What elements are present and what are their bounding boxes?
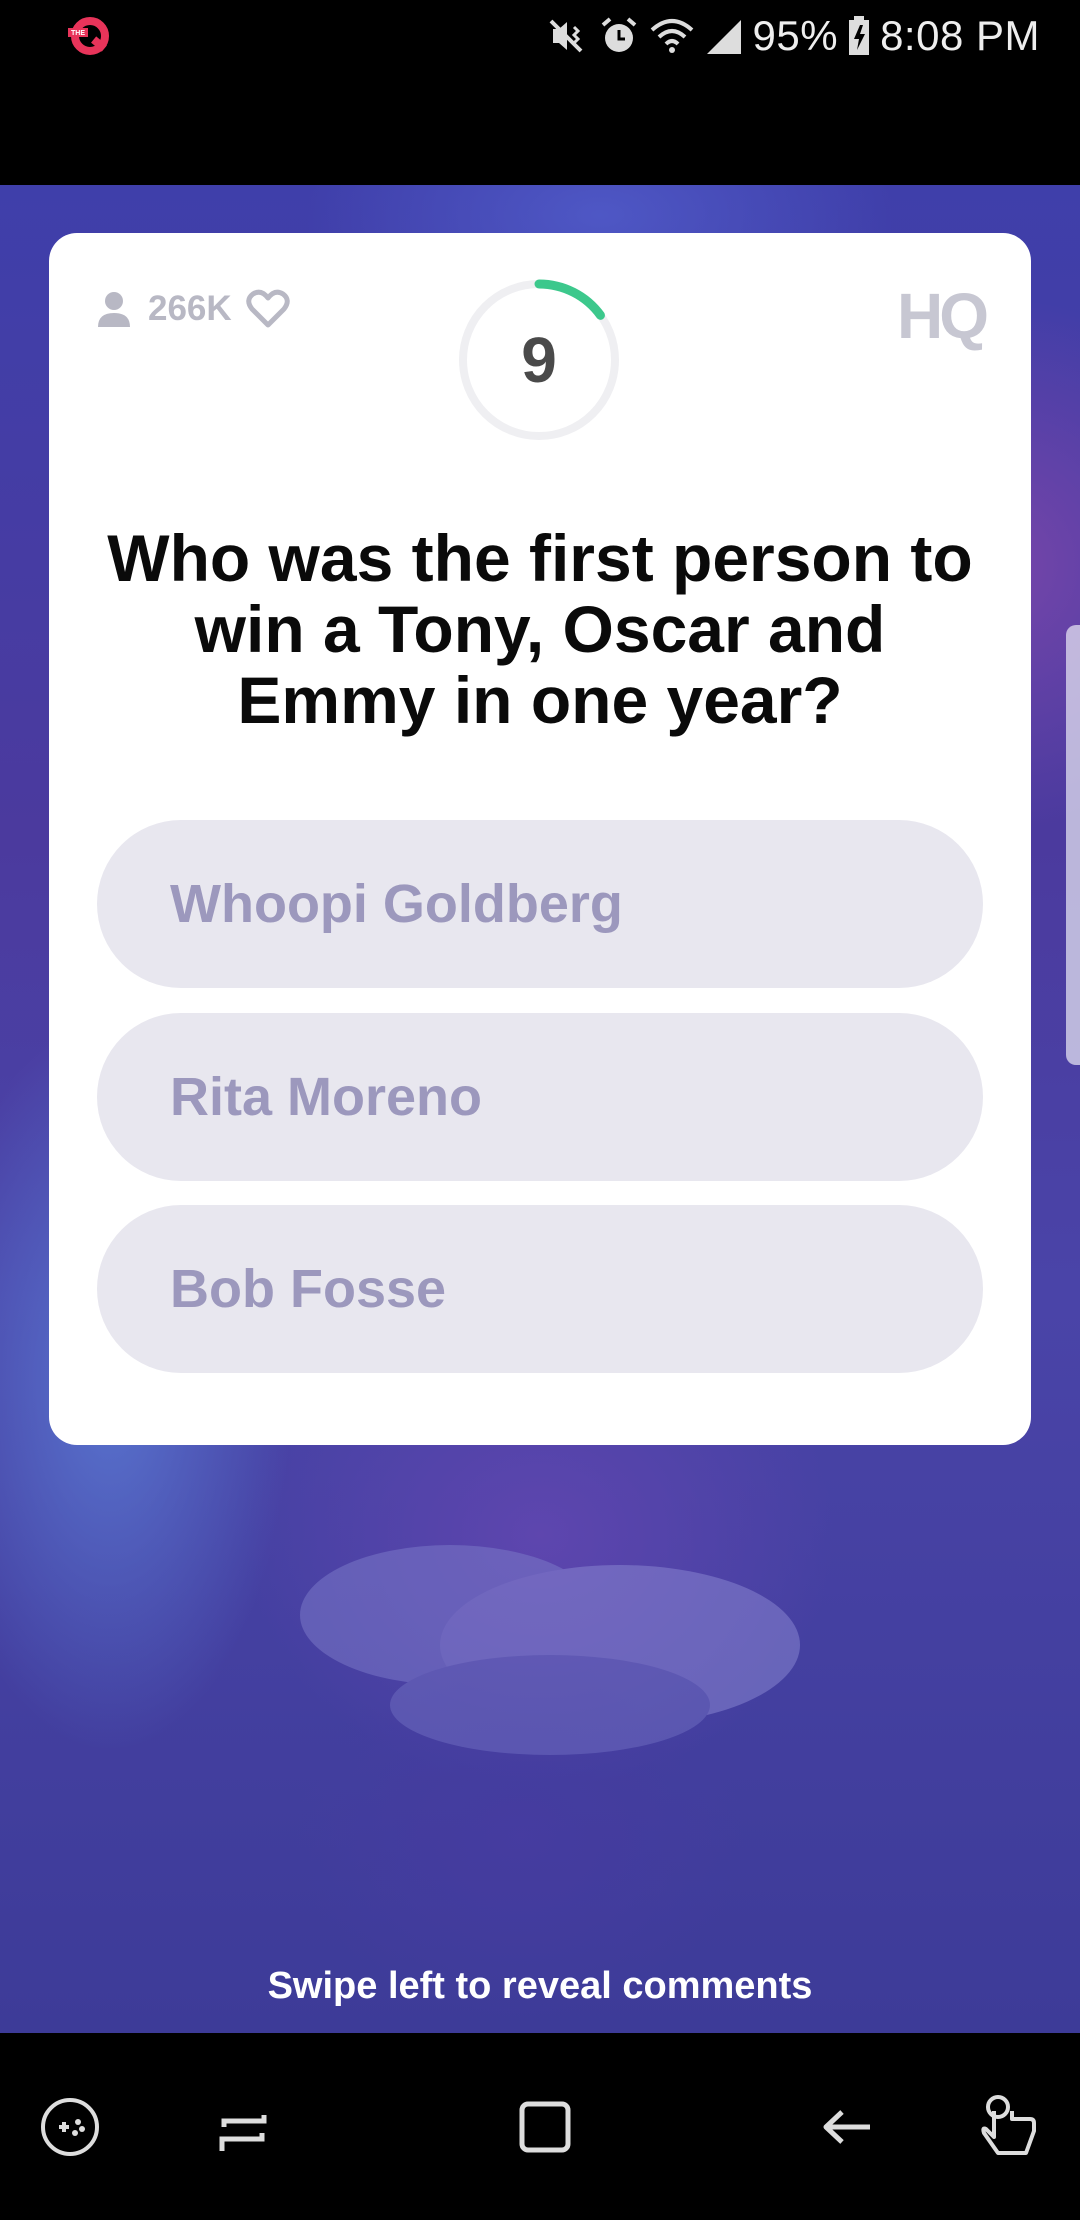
hq-logo: HQ xyxy=(897,280,989,352)
host-hands-image xyxy=(300,1545,800,1755)
status-icons: 95% 8:08 PM xyxy=(547,8,1040,64)
swipe-comments-hint: Swipe left to reveal comments xyxy=(267,1965,813,2007)
wifi-icon xyxy=(650,19,693,53)
home-button[interactable] xyxy=(485,2033,605,2220)
recent-apps-button[interactable] xyxy=(183,2033,303,2220)
person-icon xyxy=(98,292,130,327)
answer-option-3[interactable]: Bob Fosse xyxy=(97,1205,983,1373)
back-button[interactable] xyxy=(787,2033,907,2220)
answer-option-1[interactable]: Whoopi Goldberg xyxy=(97,820,983,988)
battery-charging-icon xyxy=(849,16,870,55)
navigation-bar xyxy=(0,2033,1080,2220)
signal-icon xyxy=(706,20,741,54)
countdown-timer: 9 xyxy=(457,278,621,442)
question-card: 266K 9 HQ Who was the first person to wi… xyxy=(49,233,1031,1445)
touch-gesture-button[interactable] xyxy=(950,2033,1070,2220)
svg-text:THE: THE xyxy=(71,30,85,37)
heart-icon[interactable] xyxy=(245,289,290,329)
viewer-count: 266K xyxy=(148,289,232,328)
home-icon xyxy=(519,2101,571,2152)
app-q-icon: THE xyxy=(68,17,109,55)
viewer-stats: 266K xyxy=(94,289,290,329)
touch-gesture-icon xyxy=(981,2094,1036,2155)
timer-value: 9 xyxy=(521,324,557,396)
edge-panel-handle[interactable] xyxy=(1066,625,1080,1065)
game-tools-button[interactable] xyxy=(10,2033,130,2220)
alarm-icon xyxy=(601,17,636,52)
battery-percent: 95% xyxy=(752,12,839,59)
game-tools-icon xyxy=(41,2097,99,2156)
clock: 8:08 PM xyxy=(880,12,1040,59)
status-bar: THE 95% 8:08 PM xyxy=(0,0,1080,72)
recent-apps-icon xyxy=(219,2114,267,2151)
answer-option-2[interactable]: Rita Moreno xyxy=(97,1013,983,1181)
back-icon xyxy=(823,2109,870,2144)
question-text: Who was the first person to win a Tony, … xyxy=(107,521,973,737)
mute-vibrate-icon xyxy=(549,19,582,53)
